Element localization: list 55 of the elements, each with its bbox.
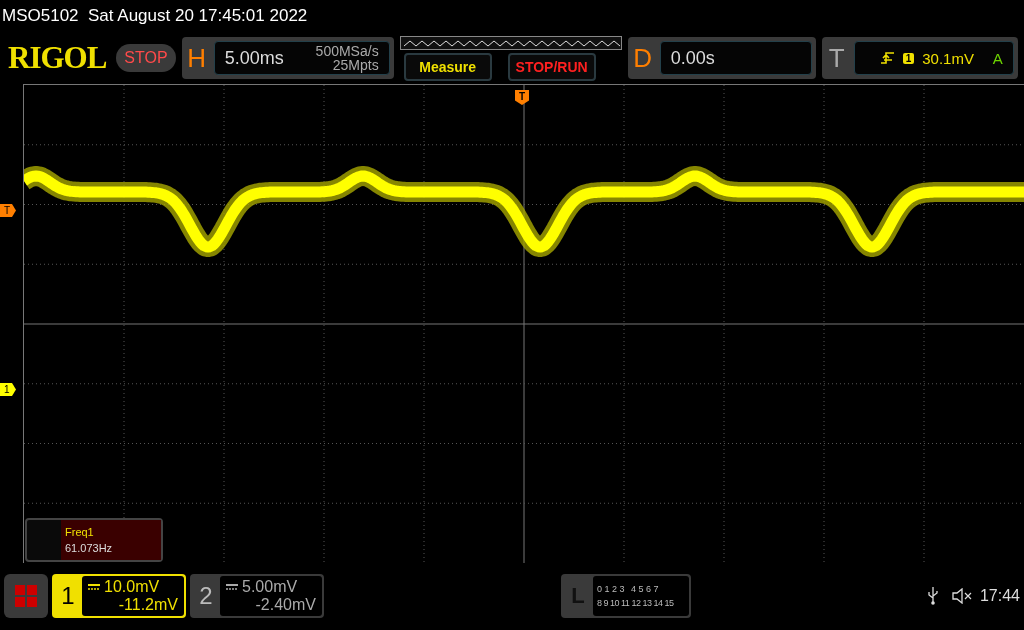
channel-offset: -11.2mV [118, 596, 178, 614]
digital-channel-number: 9 [603, 598, 608, 608]
channel-panel[interactable]: 2 5.00mV -2.40mV [190, 574, 324, 618]
timebase-value: 5.00ms [224, 47, 284, 69]
trigger-label: T [827, 42, 846, 74]
rising-edge-icon [880, 52, 895, 64]
memory-depth: 25Mpts [332, 58, 379, 72]
trigger-mode: A [992, 49, 1003, 67]
trigger-position-marker[interactable]: T [515, 90, 529, 105]
measure-button[interactable]: Measure [403, 52, 492, 81]
digital-channel-number: 3 [619, 584, 625, 594]
dc-coupling-icon [88, 584, 100, 590]
digital-channel-number: 6 [646, 584, 651, 594]
digital-channel-number: 15 [664, 598, 674, 608]
delay-label: D [632, 42, 654, 74]
digital-channel-number: 13 [642, 598, 652, 608]
clock-time: 17:44 [979, 587, 1020, 605]
speaker-muted-icon [951, 588, 972, 604]
sample-rate: 500MSa/s [315, 44, 379, 58]
horizontal-label: H [186, 42, 208, 74]
trigger-level: 30.1mV [922, 49, 974, 67]
run-state-indicator: STOP [116, 44, 176, 72]
trigger-source: 1 [902, 52, 915, 64]
digital-channel-number: 2 [612, 584, 617, 594]
grid-icon [15, 585, 37, 607]
menu-button[interactable] [4, 574, 48, 618]
channel-scale: 5.00mV [242, 578, 298, 596]
channel-scale: 10.0mV [104, 578, 160, 596]
measurement-value: 61.073Hz [65, 542, 114, 554]
trigger-panel[interactable]: T 1 30.1mV A [821, 37, 1018, 79]
digital-channel-number: 11 [621, 598, 630, 608]
digital-channel-number: 4 [631, 584, 636, 594]
digital-channel-number: 0 [597, 584, 602, 594]
channel-number: 1 [60, 581, 76, 611]
channel-offset: -2.40mV [255, 596, 316, 614]
digital-channel-number: 10 [610, 598, 620, 608]
brand-logo: RIGOL [8, 40, 107, 76]
digital-channel-number: 7 [653, 584, 659, 594]
channel-number: 2 [198, 581, 214, 611]
digital-channel-number: 1 [604, 584, 609, 594]
digital-channel-number: 12 [631, 598, 641, 608]
channel-panel[interactable]: 1 10.0mV -11.2mV [52, 574, 186, 618]
digital-channel-number: 5 [638, 584, 644, 594]
stop-run-button[interactable]: STOP/RUN [507, 52, 596, 81]
delay-panel[interactable]: D 0.00s [627, 37, 816, 79]
device-title: MSO5102 Sat August 20 17:45:01 2022 [2, 6, 308, 26]
digital-channel-number: 8 [597, 598, 602, 608]
trigger-level-marker[interactable]: T [0, 204, 16, 217]
measurement-name: Freq1 [65, 526, 95, 538]
horizontal-panel[interactable]: H 5.00ms 500MSa/s 25Mpts [181, 37, 394, 79]
channel-marker[interactable]: 1 [0, 383, 16, 396]
usb-icon [927, 587, 938, 605]
delay-value: 0.00s [670, 47, 715, 69]
dc-coupling-icon [226, 584, 238, 590]
digital-channel-number: 14 [653, 598, 663, 608]
